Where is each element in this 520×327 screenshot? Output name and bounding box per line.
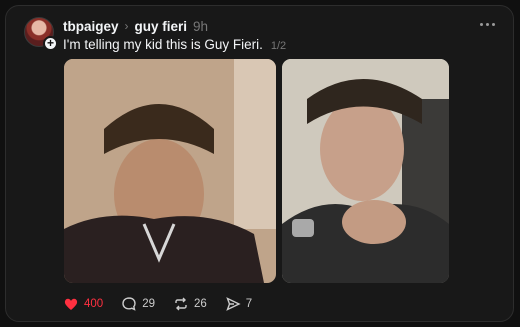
post-header: tbpaigey › guy fieri 9h	[63, 17, 208, 35]
post-text: I'm telling my kid this is Guy Fieri.	[63, 37, 263, 52]
repost-count: 26	[193, 298, 207, 310]
post-image-2[interactable]	[282, 59, 449, 283]
share-icon	[226, 297, 241, 311]
chevron-right-icon: ›	[124, 19, 129, 33]
more-icon[interactable]	[477, 16, 497, 32]
username[interactable]: tbpaigey	[63, 19, 119, 34]
repost-button[interactable]: 26	[173, 296, 207, 312]
photo-1-art	[64, 59, 276, 283]
reply-button[interactable]: 29	[121, 296, 155, 312]
reply-count: 29	[142, 298, 155, 310]
like-count: 400	[84, 298, 104, 310]
post-card[interactable]: + tbpaigey › guy fieri 9h I'm telling my…	[5, 5, 514, 322]
photo-2-art	[282, 59, 449, 283]
avatar[interactable]: +	[24, 17, 60, 53]
community-name[interactable]: guy fieri	[135, 19, 188, 34]
action-bar: 400 29 26 7	[63, 295, 252, 313]
repost-icon	[175, 297, 187, 311]
post-image-1[interactable]	[64, 59, 276, 283]
comment-icon	[122, 297, 136, 311]
plus-icon[interactable]: +	[43, 36, 58, 51]
share-count: 7	[245, 298, 253, 310]
timestamp: 9h	[193, 18, 209, 34]
image-counter: 1/2	[270, 40, 287, 52]
post-text-row: I'm telling my kid this is Guy Fieri. 1/…	[63, 37, 286, 52]
share-button[interactable]: 7	[225, 296, 252, 312]
heart-icon	[64, 298, 78, 310]
like-button[interactable]: 400	[63, 296, 103, 312]
